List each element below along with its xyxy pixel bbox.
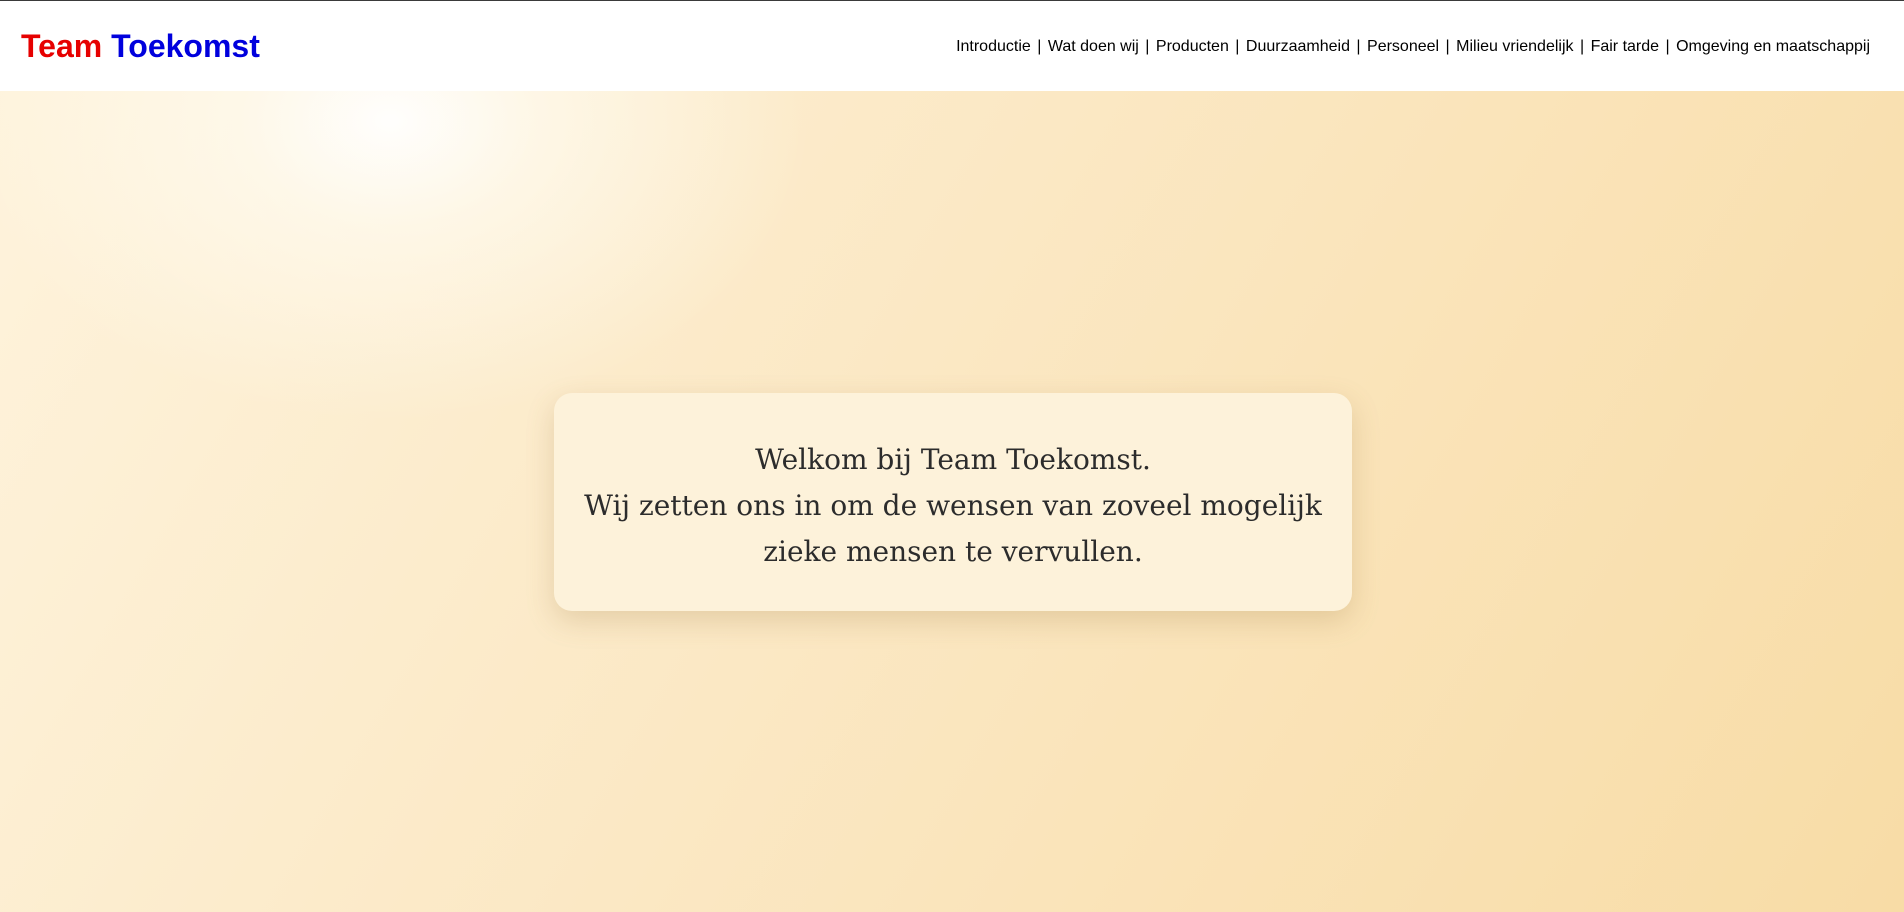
nav-separator: | [1579, 38, 1585, 55]
welcome-card: Welkom bij Team Toekomst. Wij zetten ons… [554, 393, 1352, 611]
logo-word-team: Team [21, 28, 103, 64]
nav-link-omgeving-en-maatschappij[interactable]: Omgeving en maatschappij [1676, 38, 1870, 55]
nav-link-fair-tarde[interactable]: Fair tarde [1591, 38, 1659, 55]
nav-link-introductie[interactable]: Introductie [956, 38, 1031, 55]
nav-separator: | [1356, 38, 1361, 55]
site-header: Team Toekomst Introductie | Wat doen wij… [0, 0, 1904, 91]
nav-link-milieu-vriendelijk[interactable]: Milieu vriendelijk [1456, 38, 1573, 55]
nav-link-personeel[interactable]: Personeel [1367, 38, 1439, 55]
logo-word-toekomst: Toekomst [111, 28, 260, 64]
welcome-line-3: zieke mensen te vervullen. [763, 535, 1143, 568]
welcome-line-1: Welkom bij Team Toekomst. [755, 443, 1151, 476]
site-logo[interactable]: Team Toekomst [21, 26, 260, 66]
nav-separator: | [1445, 38, 1450, 55]
nav-link-duurzaamheid[interactable]: Duurzaamheid [1246, 38, 1350, 55]
nav-separator: | [1145, 38, 1150, 55]
nav-separator: | [1037, 38, 1042, 55]
nav-link-producten[interactable]: Producten [1156, 38, 1229, 55]
nav-separator: | [1665, 38, 1670, 55]
main-navigation: Introductie | Wat doen wij | Producten |… [956, 37, 1870, 57]
nav-link-wat-doen-wij[interactable]: Wat doen wij [1048, 38, 1139, 55]
welcome-line-2: Wij zetten ons in om de wensen van zovee… [584, 489, 1322, 522]
hero-section: Welkom bij Team Toekomst. Wij zetten ons… [0, 91, 1904, 912]
nav-separator: | [1235, 38, 1240, 55]
